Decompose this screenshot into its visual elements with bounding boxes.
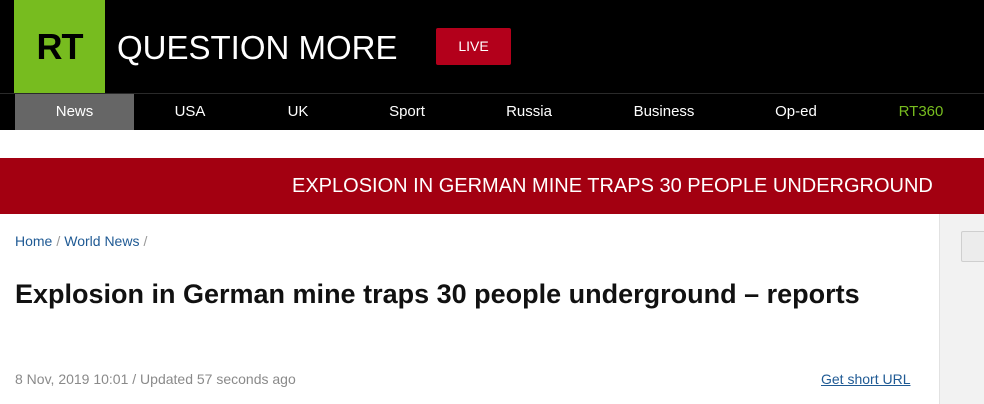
article-meta: 8 Nov, 2019 10:01 / Updated 57 seconds a… — [15, 371, 296, 387]
breadcrumb: Home / World News / — [15, 232, 151, 250]
nav-item-op-ed[interactable]: Op-ed — [756, 94, 836, 130]
banner-headline[interactable]: EXPLOSION IN GERMAN MINE TRAPS 30 PEOPLE… — [292, 158, 933, 214]
breadcrumb-separator: / — [143, 233, 148, 249]
breadcrumb-home[interactable]: Home — [15, 233, 52, 249]
breadcrumb-separator: / — [56, 233, 61, 249]
live-button[interactable]: LIVE — [436, 28, 511, 65]
rt-logo[interactable]: RT — [14, 0, 105, 93]
nav-item-news[interactable]: News — [15, 94, 134, 130]
nav-item-business[interactable]: Business — [619, 94, 709, 130]
nav-item-usa[interactable]: USA — [150, 94, 230, 130]
main-nav: News USA UK Sport Russia Business Op-ed … — [0, 93, 984, 130]
nav-item-rt360[interactable]: RT360 — [881, 94, 961, 130]
nav-item-uk[interactable]: UK — [258, 94, 338, 130]
breaking-news-banner[interactable]: EXPLOSION IN GERMAN MINE TRAPS 30 PEOPLE… — [0, 158, 984, 214]
breadcrumb-world-news[interactable]: World News — [64, 233, 139, 249]
sidebar-widget[interactable] — [961, 231, 984, 262]
get-short-url-link[interactable]: Get short URL — [821, 370, 910, 388]
site-header: RT QUESTION MORE LIVE — [0, 0, 984, 93]
nav-item-russia[interactable]: Russia — [489, 94, 569, 130]
right-sidebar — [939, 214, 984, 404]
logo-text: RT — [36, 26, 84, 67]
nav-item-sport[interactable]: Sport — [367, 94, 447, 130]
site-tagline: QUESTION MORE — [117, 29, 398, 66]
article-headline: Explosion in German mine traps 30 people… — [15, 279, 860, 309]
